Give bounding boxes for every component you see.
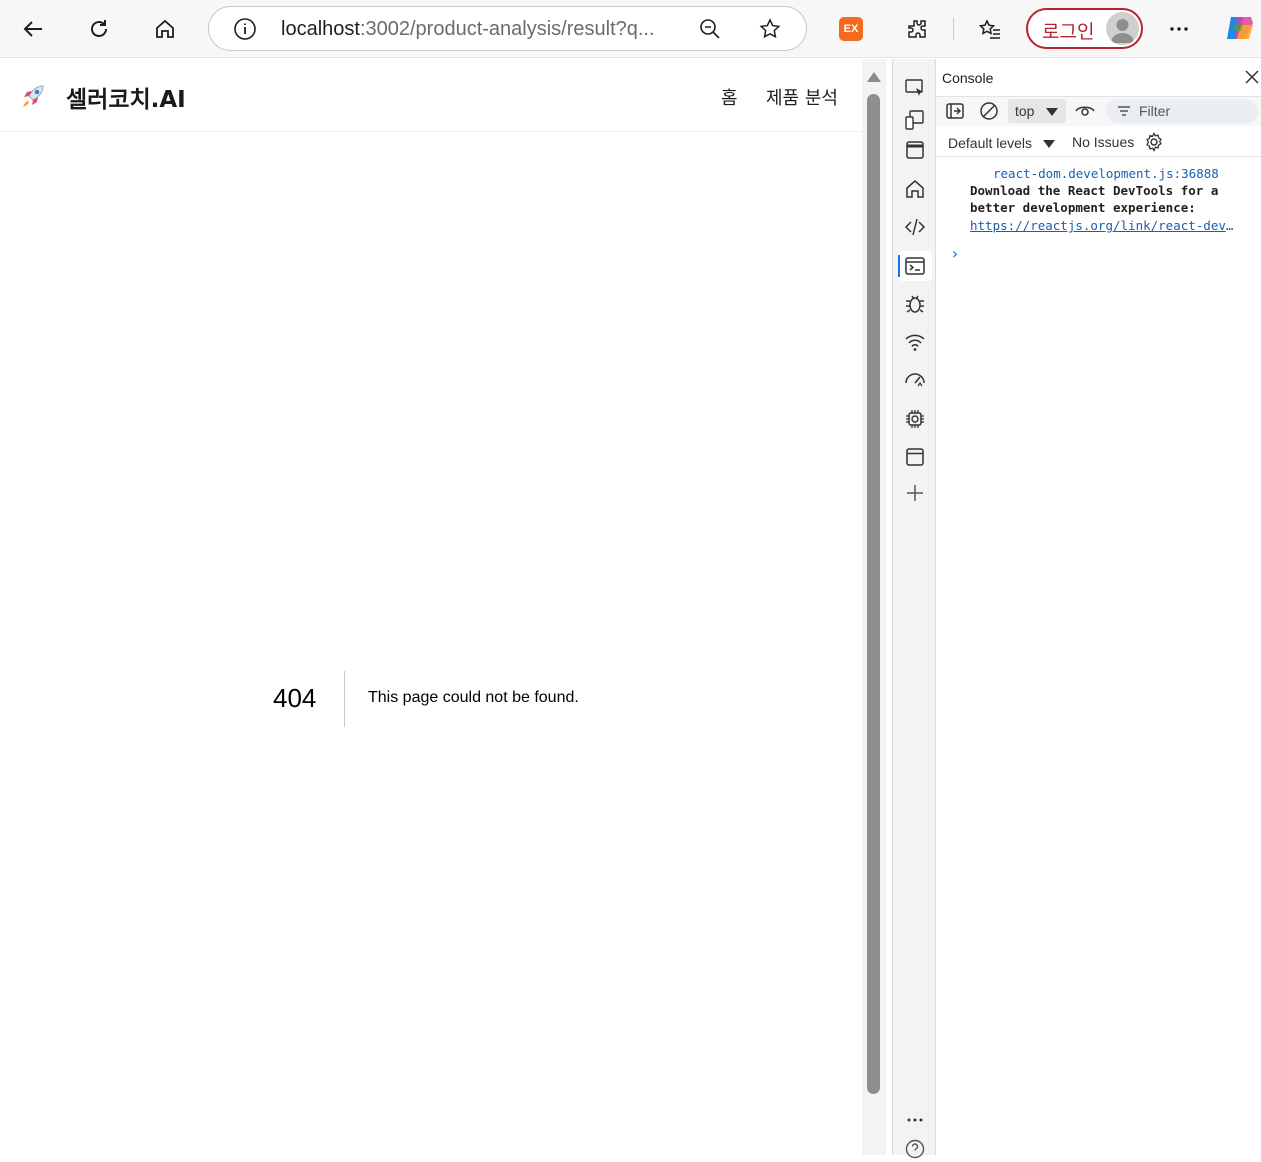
more-dots-icon (1170, 27, 1188, 31)
home-icon (156, 19, 174, 38)
filter-icon (1118, 106, 1130, 116)
device-emulation-icon[interactable] (902, 107, 928, 133)
filter-placeholder: Filter (1139, 103, 1171, 119)
inspect-icon[interactable] (902, 75, 928, 101)
home-button[interactable] (146, 10, 184, 48)
page-viewport: 셀러코치.AI 홈 제품 분석 404 This page could not … (0, 59, 862, 1155)
memory-chip-icon[interactable] (902, 406, 928, 432)
issues-counter[interactable]: No Issues (1072, 134, 1134, 150)
elements-code-icon[interactable] (902, 214, 928, 240)
error-message: This page could not be found. (368, 689, 579, 706)
bug-sources-icon[interactable] (902, 291, 928, 317)
copilot-icon[interactable] (1223, 11, 1257, 45)
log-levels-dropdown[interactable]: Default levels (948, 135, 1032, 151)
scroll-up-arrow-icon[interactable] (867, 72, 881, 82)
console-title[interactable]: Console (942, 70, 993, 86)
login-label: 로그인 (1042, 21, 1095, 43)
console-filter-input[interactable]: Filter (1106, 99, 1258, 123)
site-header: 셀러코치.AI 홈 제품 분석 (0, 59, 862, 132)
log-source-link[interactable]: react-dom.development.js:36888 (993, 166, 1219, 181)
back-arrow-icon (23, 21, 42, 37)
extension-badge[interactable]: EX (839, 17, 863, 41)
console-icon[interactable] (902, 253, 928, 279)
levels-caret-icon[interactable] (1043, 140, 1055, 148)
log-url-link[interactable]: https://reactjs.org/link/react-devtools (970, 218, 1234, 233)
user-avatar-icon (1111, 19, 1134, 43)
back-button[interactable] (14, 10, 52, 48)
favorite-star-icon[interactable] (758, 17, 782, 41)
site-info-icon[interactable] (233, 17, 257, 41)
performance-gauge-icon[interactable] (902, 367, 928, 393)
clear-console-icon[interactable] (979, 101, 999, 121)
favorites-button[interactable] (971, 10, 1009, 48)
caret-down-icon (1046, 108, 1058, 116)
log-message-line: Download the React DevTools for a (970, 183, 1219, 198)
url-host: localhost (281, 18, 360, 40)
url-text[interactable]: localhost:3002/product-analysis/result?q… (281, 18, 677, 41)
reload-icon (91, 20, 107, 37)
active-tool-indicator (898, 255, 900, 277)
help-question-icon[interactable] (902, 1136, 928, 1162)
console-settings-gear-icon[interactable] (1144, 132, 1164, 152)
address-bar[interactable]: localhost:3002/product-analysis/result?q… (208, 6, 807, 51)
nav-product-analysis[interactable]: 제품 분석 (766, 84, 838, 110)
extensions-button[interactable] (898, 10, 936, 48)
url-path: :3002/product-analysis/result?q... (359, 18, 655, 40)
favorites-list-icon (978, 19, 1000, 39)
nav-home[interactable]: 홈 (721, 84, 738, 110)
scrollbar-thumb[interactable] (867, 94, 880, 1094)
home-tool-icon[interactable] (902, 176, 928, 202)
add-tool-plus-icon[interactable] (902, 480, 928, 506)
rocket-logo-icon[interactable] (18, 81, 48, 111)
browser-toolbar: localhost:3002/product-analysis/result?q… (0, 0, 1261, 58)
error-code: 404 (273, 683, 317, 713)
context-label: top (1015, 103, 1035, 119)
log-message-line: better development experience: (970, 200, 1196, 215)
application-panel-icon[interactable] (902, 444, 928, 470)
more-tools-dots-icon[interactable] (902, 1107, 928, 1133)
avatar (1106, 12, 1139, 45)
sidebar-toggle-icon[interactable] (945, 101, 965, 121)
settings-more-button[interactable] (1160, 10, 1198, 48)
reload-button[interactable] (80, 10, 118, 48)
puzzle-icon (908, 20, 926, 38)
welcome-panel-icon[interactable] (902, 137, 928, 163)
console-prompt-chevron[interactable]: › (950, 244, 960, 263)
network-wifi-icon[interactable] (902, 329, 928, 355)
context-selector[interactable]: top (1008, 99, 1066, 123)
error-divider (344, 671, 345, 727)
login-button[interactable]: 로그인 (1026, 8, 1143, 49)
zoom-out-icon[interactable] (698, 17, 722, 41)
live-expression-eye-icon[interactable] (1075, 101, 1095, 121)
close-icon[interactable] (1244, 69, 1260, 85)
toolbar-divider (953, 18, 954, 40)
brand-name[interactable]: 셀러코치.AI (66, 80, 186, 114)
